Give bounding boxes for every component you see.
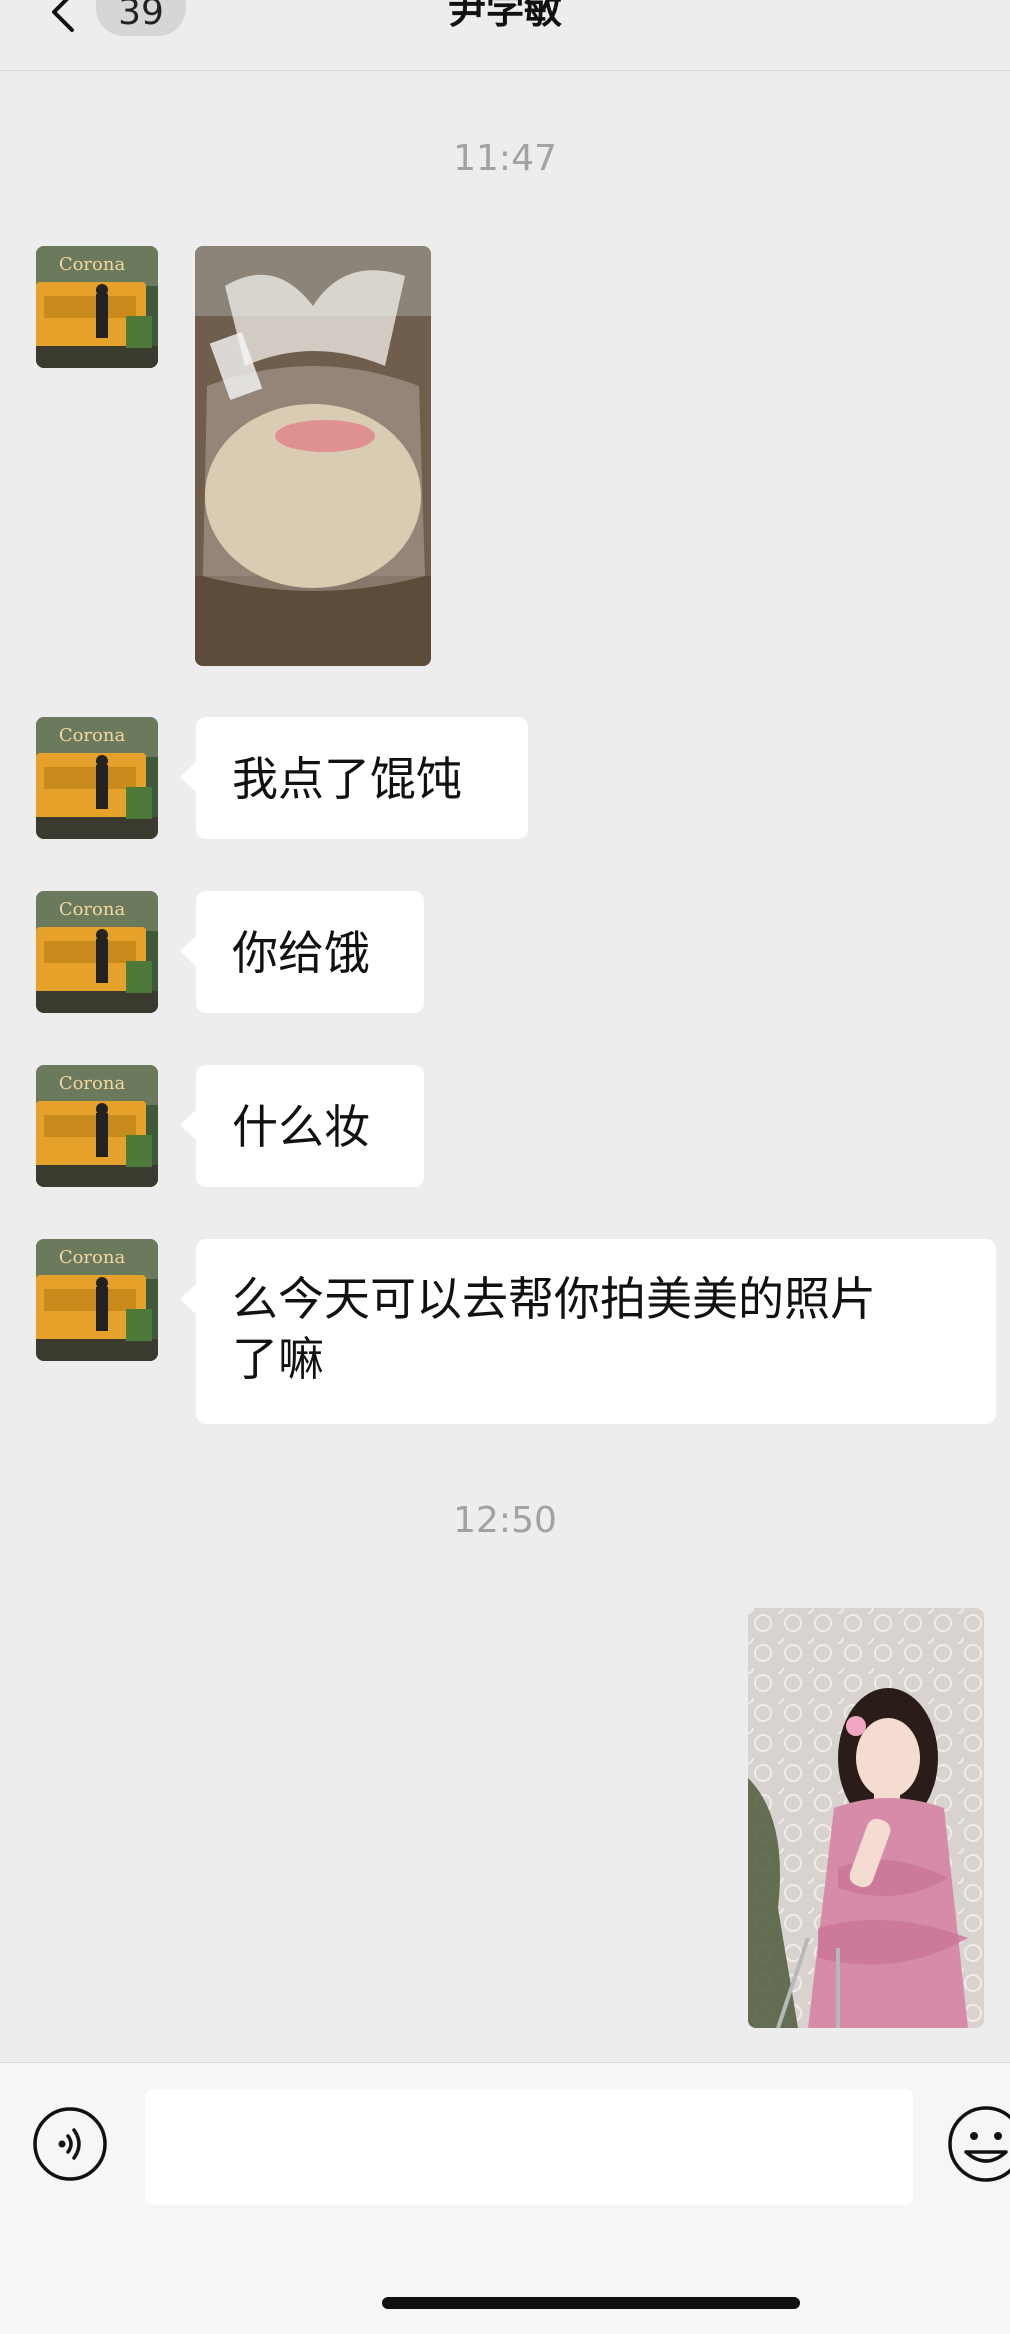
chat-title: 尹学敏 (447, 0, 562, 32)
chat-input-bar (0, 2062, 1010, 2334)
svg-text:Corona: Corona (59, 899, 126, 920)
emoji-button[interactable] (946, 2106, 1010, 2186)
voice-input-button[interactable] (32, 2106, 108, 2182)
contact-avatar[interactable]: Corona (36, 1239, 158, 1361)
contact-avatar[interactable]: Corona (36, 1065, 158, 1187)
message-timestamp: 12:50 (453, 1500, 557, 1541)
message-image[interactable] (195, 246, 431, 666)
message-text-line: 么今天可以去帮你拍美美的照片 (232, 1272, 876, 1326)
svg-text:Corona: Corona (59, 1073, 126, 1094)
chat-header: 39 尹学敏 (0, 0, 1010, 71)
message-text: 你给饿 (232, 926, 370, 980)
svg-text:Corona: Corona (59, 1247, 126, 1268)
svg-text:Corona: Corona (59, 725, 126, 746)
message-bubble[interactable]: 你给饿 (180, 891, 424, 1013)
voice-input-icon (33, 2107, 107, 2181)
contact-avatar[interactable]: Corona (36, 717, 158, 839)
message-bubble[interactable]: 我点了馄饨 (180, 717, 528, 839)
svg-text:Corona: Corona (59, 254, 126, 275)
message-text-line: 了嘛 (232, 1332, 324, 1386)
message-bubble[interactable]: 什么妆 (180, 1065, 424, 1187)
home-indicator (382, 2297, 800, 2309)
message-bubble[interactable]: 么今天可以去帮你拍美美的照片 了嘛 (180, 1239, 996, 1424)
message-image[interactable] (748, 1608, 984, 2028)
message-timestamp: 11:47 (453, 138, 557, 179)
message-text: 我点了馄饨 (232, 752, 462, 806)
emoji-icon (948, 2106, 1010, 2182)
contact-avatar[interactable]: Corona (36, 246, 158, 368)
contact-avatar[interactable]: Corona (36, 891, 158, 1013)
message-input[interactable] (145, 2089, 913, 2205)
message-text: 什么妆 (232, 1100, 370, 1154)
